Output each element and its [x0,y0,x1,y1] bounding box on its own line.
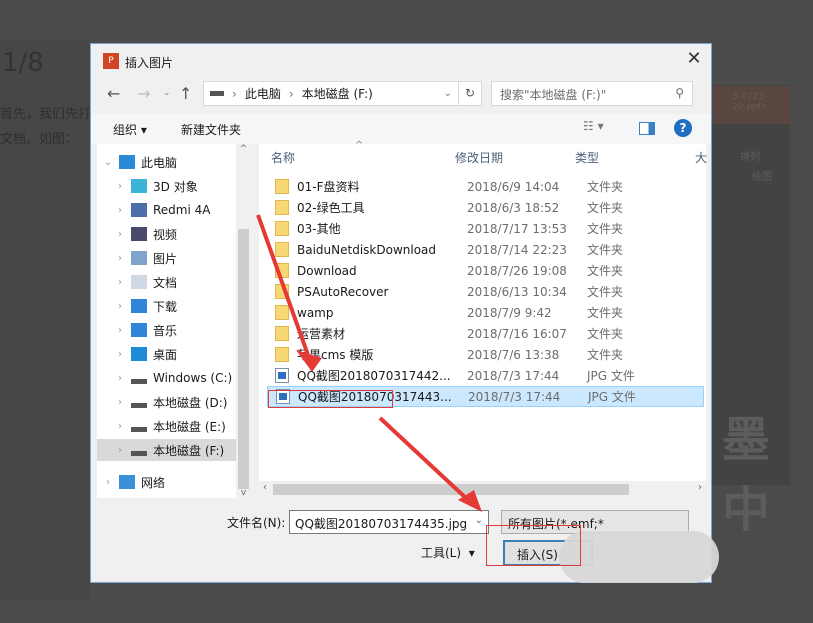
annotation-arrows [256,214,482,512]
arrow-to-insert [378,416,470,502]
arrow-to-file [256,214,310,356]
